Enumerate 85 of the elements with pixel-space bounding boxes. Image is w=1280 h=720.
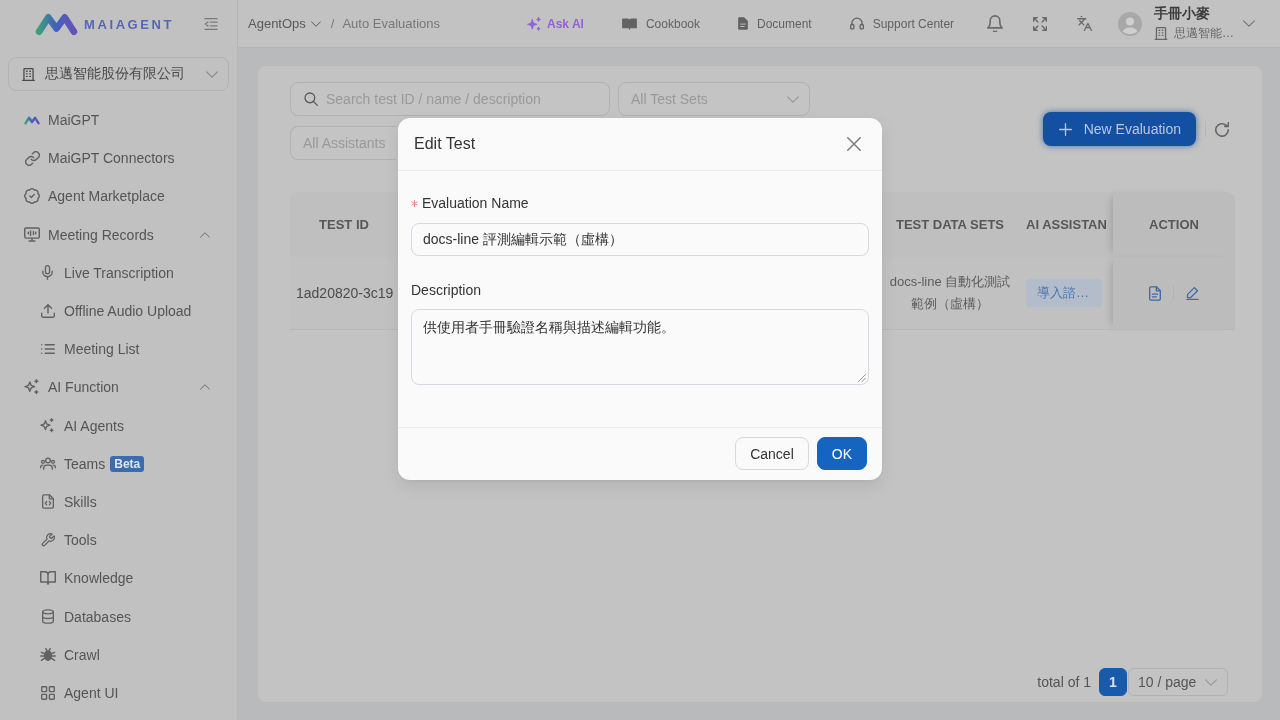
- nav-link[interactable]: Support Center: [849, 16, 955, 31]
- sidebar-item[interactable]: Meeting List: [0, 330, 237, 369]
- bell-icon[interactable]: [987, 15, 1004, 32]
- monitor-waveform-icon: [24, 227, 40, 243]
- wrench-icon: [40, 533, 55, 548]
- collapse-menu-icon[interactable]: [204, 18, 218, 30]
- sparkles-icon: [24, 379, 40, 396]
- sidebar-item[interactable]: MaiGPT Connectors: [0, 139, 237, 178]
- building-icon: [1154, 27, 1169, 40]
- grid-icon: [40, 685, 55, 700]
- list-icon: [40, 344, 55, 355]
- resize-handle-icon[interactable]: [858, 374, 866, 382]
- sidebar-item[interactable]: AI Agents: [0, 406, 237, 445]
- headset-icon: [849, 17, 864, 30]
- column-header: TEST ID: [290, 192, 398, 257]
- search-icon: [304, 92, 318, 106]
- refresh-icon[interactable]: [1215, 121, 1229, 137]
- column-header: TEST DATA SETS: [882, 192, 1018, 257]
- text-input[interactable]: docs-line 評測編輯示範（虛構）: [411, 223, 869, 256]
- bug-icon: [39, 648, 56, 662]
- microphone-icon: [42, 265, 53, 281]
- beta-badge: Beta: [110, 455, 145, 472]
- chevron-down-icon: [787, 95, 799, 103]
- page-button[interactable]: 1: [1099, 668, 1127, 696]
- sidebar-item[interactable]: Live Transcription: [0, 253, 237, 292]
- pagination-total: total of 1: [1037, 674, 1091, 690]
- breadcrumb-current: Auto Evaluations: [342, 16, 441, 31]
- book-open-icon: [39, 571, 56, 586]
- fullscreen-icon[interactable]: [1033, 16, 1048, 31]
- text-area[interactable]: 供使用者手冊驗證名稱與描述編輯功能。: [411, 309, 869, 385]
- sparkles-icon: [40, 418, 55, 434]
- organization-select[interactable]: 思邁智能股份有限公司: [8, 57, 229, 91]
- logo-icon: [35, 12, 78, 36]
- users-icon: [39, 457, 56, 471]
- sidebar-item[interactable]: Tools: [0, 521, 237, 560]
- nav-link[interactable]: Cookbook: [621, 16, 700, 31]
- chevron-down-icon: [1205, 678, 1217, 686]
- sidebar-item[interactable]: Teams Beta: [0, 444, 237, 483]
- link-icon: [24, 150, 40, 166]
- nav-link[interactable]: Document: [738, 16, 812, 31]
- document-icon[interactable]: [1149, 285, 1161, 301]
- close-icon[interactable]: [847, 137, 861, 151]
- breadcrumb-link[interactable]: AgentOps: [248, 16, 321, 31]
- dialog-title: Edit Test: [414, 135, 476, 153]
- sidebar-item[interactable]: AI Function: [0, 368, 237, 407]
- sidebar-item[interactable]: Meeting Records: [0, 215, 237, 254]
- breadcrumb-separator: /: [330, 16, 335, 31]
- sidebar-item[interactable]: Knowledge: [0, 559, 237, 598]
- edit-icon[interactable]: [1186, 286, 1199, 300]
- chevron-down-icon: [206, 70, 218, 78]
- sidebar-item[interactable]: Offline Audio Upload: [0, 291, 237, 331]
- user-name: 手冊小麥: [1154, 5, 1212, 23]
- field-label: Description: [411, 281, 482, 300]
- logo-wordmark: MAIAGENT: [84, 16, 175, 32]
- file-code-icon: [41, 494, 54, 510]
- sidebar-item[interactable]: Databases: [0, 597, 237, 636]
- upload-icon: [40, 304, 55, 319]
- sidebar-item[interactable]: Agent Marketplace: [0, 177, 237, 216]
- sidebar-item[interactable]: Skills: [0, 482, 237, 522]
- chevron-down-icon[interactable]: [1243, 20, 1256, 27]
- avatar-icon[interactable]: [1118, 11, 1143, 36]
- building-icon: [22, 67, 35, 81]
- user-organization: 思邁智能…: [1174, 25, 1235, 42]
- page-size-select[interactable]: 10 / page: [1128, 668, 1228, 696]
- field-label: Evaluation Name: [422, 194, 529, 213]
- sidebar-item[interactable]: MaiGPT: [0, 101, 237, 140]
- badge-check-icon: [24, 188, 40, 205]
- document-icon: [738, 17, 748, 30]
- plus-icon: [1058, 122, 1072, 136]
- column-header: ACTION: [1113, 192, 1235, 257]
- ok-button[interactable]: OK: [816, 437, 867, 470]
- sidebar-item[interactable]: Agent UI: [0, 673, 237, 712]
- book-icon: [621, 17, 637, 30]
- cancel-button[interactable]: Cancel: [735, 437, 809, 470]
- column-header: AI ASSISTAN: [1018, 192, 1113, 257]
- logo-icon: [24, 115, 40, 125]
- sidebar-item[interactable]: Crawl: [0, 635, 237, 674]
- database-icon: [41, 609, 54, 625]
- chevron-up-icon[interactable]: [200, 231, 210, 238]
- assistant-tag: 導入諮…: [1026, 279, 1102, 307]
- sparkle-icon: [527, 16, 542, 31]
- translate-icon[interactable]: [1077, 16, 1093, 31]
- new-evaluation-button[interactable]: New Evaluation: [1042, 112, 1196, 146]
- nav-link[interactable]: Ask AI: [527, 16, 584, 31]
- chevron-up-icon[interactable]: [200, 384, 210, 391]
